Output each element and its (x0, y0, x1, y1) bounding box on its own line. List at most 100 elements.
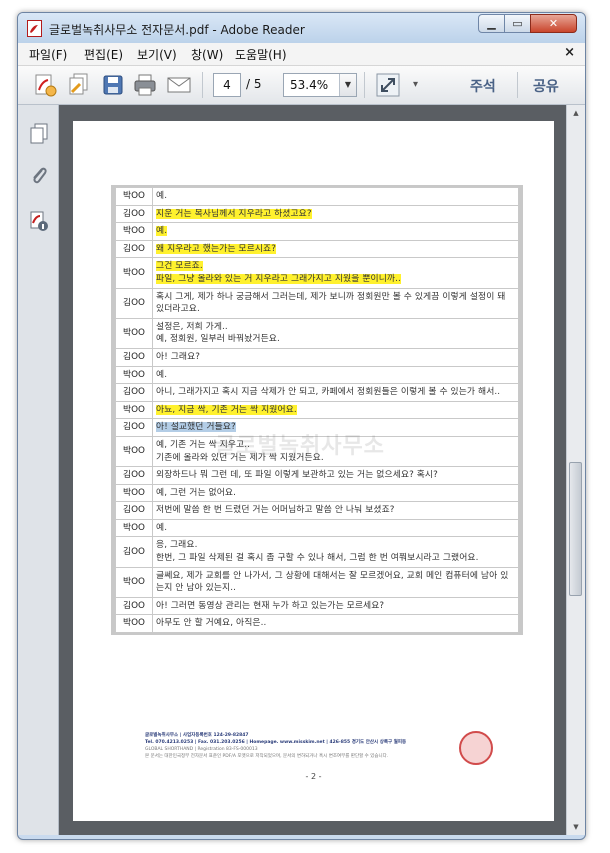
toolbar-separator (364, 72, 365, 98)
utterance-text: 외장하드나 뭐 그런 데, 또 파일 이렇게 보관하고 있는 거는 없으세요? … (156, 470, 438, 481)
utterance-text: 저번에 말씀 한 번 드렸던 거는 어머님하고 말씀 안 나눠 보셨죠? (156, 505, 395, 516)
save-icon[interactable] (100, 72, 126, 98)
utterance-text: 예, 그런 거는 없어요. (156, 487, 237, 498)
table-row: 박OO 예. (115, 222, 519, 241)
page-number-input[interactable]: 4 (213, 73, 241, 97)
watermark: 글로벌녹취사무소 (215, 434, 385, 459)
zoom-select[interactable]: 53.4% ▼ (283, 73, 357, 97)
toolbar-more-icon[interactable]: ▾ (413, 79, 418, 90)
utterance-cell: 아! 그래요? (152, 347, 519, 367)
utterance-cell: 설정은, 저희 가게.. 예, 정회원, 일부러 바꿔놨거든요. (152, 317, 519, 349)
maximize-button[interactable]: ▭ (504, 14, 531, 33)
speaker-cell: 박OO (115, 257, 153, 289)
table-row: 박OO 설정은, 저희 가게.. 예, 정회원, 일부러 바꿔놨거든요. (115, 317, 519, 349)
utterance-cell: 저번에 말씀 한 번 드렸던 거는 어머님하고 말씀 안 나눠 보셨죠? (152, 501, 519, 520)
speaker-cell: 김OO (115, 418, 153, 437)
speaker-cell: 박OO (115, 518, 153, 538)
official-seal-stamp (459, 731, 493, 765)
menu-edit[interactable]: 편집(E) (84, 46, 123, 63)
toolbar-separator (517, 72, 518, 98)
email-icon[interactable] (166, 72, 192, 98)
page-thumbnails-icon[interactable] (29, 123, 49, 145)
utterance-text: 지운 거는 목사님께서 지우라고 하셨고요? (156, 208, 312, 219)
transcript-frame: 박OO 예. 김OO 지운 거는 목사님께서 지우라고 하셨고요? 박OO 예. 김OO 왜 … (111, 185, 523, 636)
speaker-cell: 김OO (115, 347, 153, 367)
utterance-text: 왜 지우라고 했는가는 모르시죠? (156, 243, 276, 254)
pdf-file-icon (27, 20, 42, 37)
table-row: 박OO 아무도 안 할 거예요, 아직은.. (115, 614, 519, 634)
utterance-cell: 혹시 그게, 제가 하나 궁금해서 그러는데, 제가 보니까 정회원만 볼 수 … (152, 287, 519, 319)
utterance-cell: 예. (152, 222, 519, 241)
title-bar[interactable]: 글로벌녹취사무소 전자문서.pdf - Adobe Reader ▁ ▭ ✕ (18, 13, 585, 43)
scrollbar-thumb[interactable] (569, 462, 582, 596)
menu-help[interactable]: 도움말(H) (235, 46, 287, 63)
create-pdf-icon[interactable] (32, 72, 58, 98)
table-row: 김OO 외장하드나 뭐 그런 데, 또 파일 이렇게 보관하고 있는 거는 없으세… (115, 466, 519, 485)
utterance-cell: 예. (152, 365, 519, 385)
table-row: 박OO 예. (115, 365, 519, 385)
table-row: 김OO 지운 거는 목사님께서 지우라고 하셨고요? (115, 204, 519, 224)
signatures-icon[interactable] (29, 210, 49, 232)
utterance-cell: 아뇨, 지금 싹, 기존 거는 싹 지웠어요. (152, 400, 519, 420)
speaker-cell: 박OO (115, 614, 153, 634)
utterance-cell: 응, 그래요. 한번, 그 파일 삭제된 걸 혹시 좀 구할 수 있나 해서, 그… (152, 536, 519, 568)
utterance-text: 아! 그러면 동영상 관리는 현재 누가 하고 있는가는 모르세요? (156, 600, 385, 611)
utterance-cell: 외장하드나 뭐 그런 데, 또 파일 이렇게 보관하고 있는 거는 없으세요? … (152, 466, 519, 485)
table-row: 박OO 예. (115, 518, 519, 538)
speaker-cell: 김OO (115, 466, 153, 485)
scroll-up-icon[interactable]: ▲ (567, 105, 585, 121)
utterance-text: 예, 정회원, 일부러 바꿔놨거든요. (156, 334, 280, 345)
utterance-cell: 그건 모르죠. 파일, 그냥 올라와 있는 거 지우라고 그래가지고 지웠을 뿐이… (152, 257, 519, 289)
speaker-cell: 김OO (115, 536, 153, 568)
chevron-down-icon[interactable]: ▼ (339, 74, 356, 96)
table-row: 김OO 아! 그래요? (115, 347, 519, 367)
print-icon[interactable] (132, 72, 158, 98)
table-row: 김OO 혹시 그게, 제가 하나 궁금해서 그러는데, 제가 보니까 정회원만 볼… (115, 287, 519, 319)
speaker-cell: 김OO (115, 596, 153, 616)
utterance-text: 예. (156, 191, 168, 201)
speaker-cell: 박OO (115, 317, 153, 349)
speaker-cell: 박OO (115, 483, 153, 503)
utterance-text: 예. (156, 226, 168, 237)
utterance-cell: 아! 그러면 동영상 관리는 현재 누가 하고 있는가는 모르세요? (152, 596, 519, 616)
utterance-cell: 예. (152, 518, 519, 538)
share-tab[interactable]: 공유 (533, 76, 559, 96)
attachment-icon[interactable] (29, 165, 49, 187)
speaker-cell: 김OO (115, 383, 153, 402)
pdf-page: 박OO 예. 김OO 지운 거는 목사님께서 지우라고 하셨고요? 박OO 예. 김OO 왜 … (73, 121, 554, 821)
fit-window-icon[interactable] (375, 72, 401, 98)
window-title: 글로벌녹취사무소 전자문서.pdf - Adobe Reader (49, 23, 305, 37)
combine-files-icon[interactable] (66, 72, 92, 98)
menu-window[interactable]: 창(W) (191, 46, 223, 63)
close-window-button[interactable]: ✕ (530, 14, 577, 33)
speaker-cell: 김OO (115, 287, 153, 319)
page-label: - 2 - (305, 772, 322, 781)
menu-view[interactable]: 보기(V) (137, 46, 177, 63)
document-view[interactable]: 박OO 예. 김OO 지운 거는 목사님께서 지우라고 하셨고요? 박OO 예. 김OO 왜 … (59, 105, 566, 835)
utterance-cell: 지운 거는 목사님께서 지우라고 하셨고요? (152, 204, 519, 224)
utterance-text: 예. (156, 522, 168, 533)
page-total: / 5 (246, 77, 262, 91)
table-row: 김OO 아! 그러면 동영상 관리는 현재 누가 하고 있는가는 모르세요? (115, 596, 519, 616)
speaker-cell: 박OO (115, 187, 153, 206)
utterance-text: 아무도 안 할 거예요, 아직은.. (156, 618, 267, 629)
utterance-cell: 예, 그런 거는 없어요. (152, 483, 519, 503)
utterance-text: 그건 모르죠. (156, 261, 203, 272)
table-row: 박OO 글쎄요, 제가 교회를 안 나가서, 그 상황에 대해서는 잘 모르겠어요… (115, 566, 519, 598)
scroll-down-icon[interactable]: ▼ (567, 819, 585, 835)
table-row: 김OO 왜 지우라고 했는가는 모르시죠? (115, 239, 519, 259)
table-row: 김OO 응, 그래요. 한번, 그 파일 삭제된 걸 혹시 좀 구할 수 있나 해서… (115, 536, 519, 568)
speaker-cell: 박OO (115, 566, 153, 598)
utterance-text: 글쎄요, 제가 교회를 안 나가서, 그 상황에 대해서는 잘 모르겠어요, 교… (156, 570, 509, 594)
speaker-cell: 박OO (115, 435, 153, 468)
comment-tab[interactable]: 주석 (470, 76, 496, 96)
minimize-button[interactable]: ▁ (478, 14, 505, 33)
toolbar: 4 / 5 53.4% ▼ ▾ 주석 공유 (18, 66, 585, 105)
utterance-text: 아뇨, 지금 싹, 기존 거는 싹 지웠어요. (156, 404, 297, 415)
vertical-scrollbar[interactable]: ▲ ▼ (566, 105, 585, 835)
close-document-button[interactable]: × (564, 45, 575, 60)
zoom-value: 53.4% (290, 78, 329, 92)
speaker-cell: 김OO (115, 501, 153, 520)
menu-file[interactable]: 파일(F) (29, 46, 67, 63)
table-row: 김OO 아니, 그래가지고 혹시 지금 삭제가 안 되고, 카페에서 정회원들은 … (115, 383, 519, 402)
